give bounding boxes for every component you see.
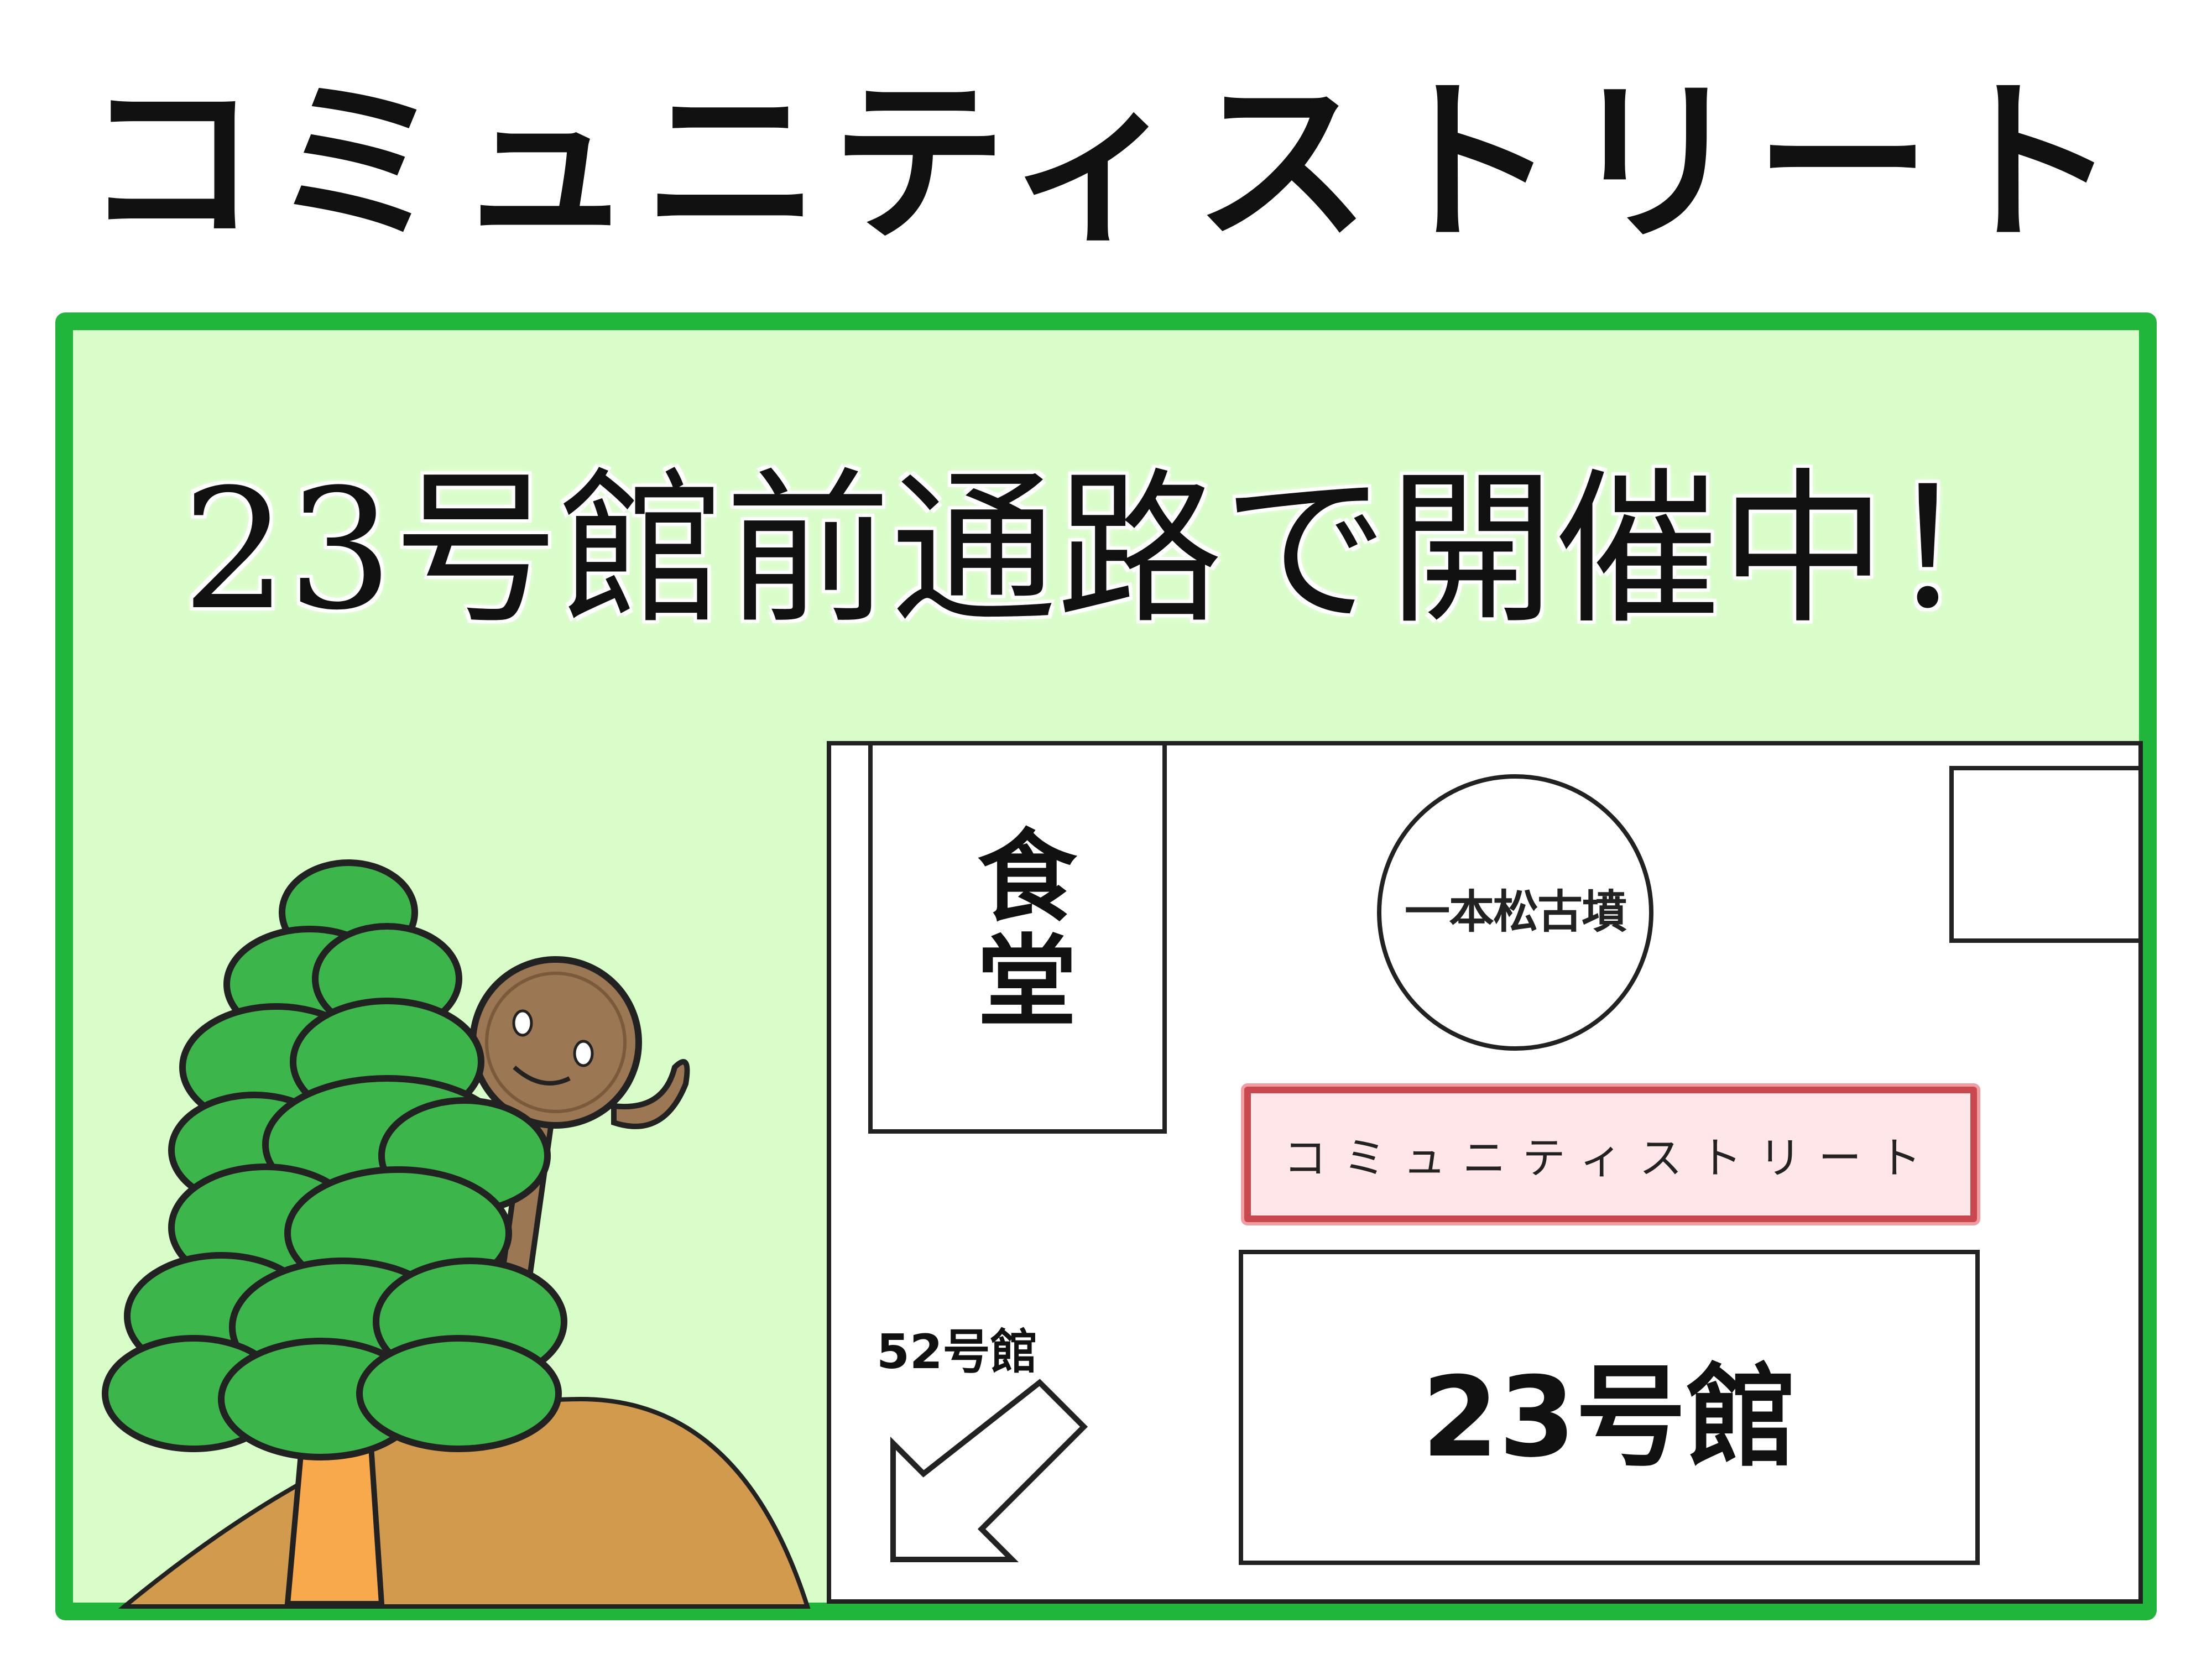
headline: 23号館前通路で開催中！ xyxy=(182,453,2052,646)
kofun-label: 一本松古墳 xyxy=(1404,886,1627,938)
community-street-label: コミュニティストリート xyxy=(1283,1134,1938,1183)
cafeteria-label: 食堂 xyxy=(959,824,1076,1034)
page-title: コミュニティストリート xyxy=(83,61,2129,265)
arrow-down-left-icon xyxy=(890,1379,1088,1562)
corner-building xyxy=(1949,766,2143,943)
building-23-label: 23号館 xyxy=(1421,1353,1797,1482)
